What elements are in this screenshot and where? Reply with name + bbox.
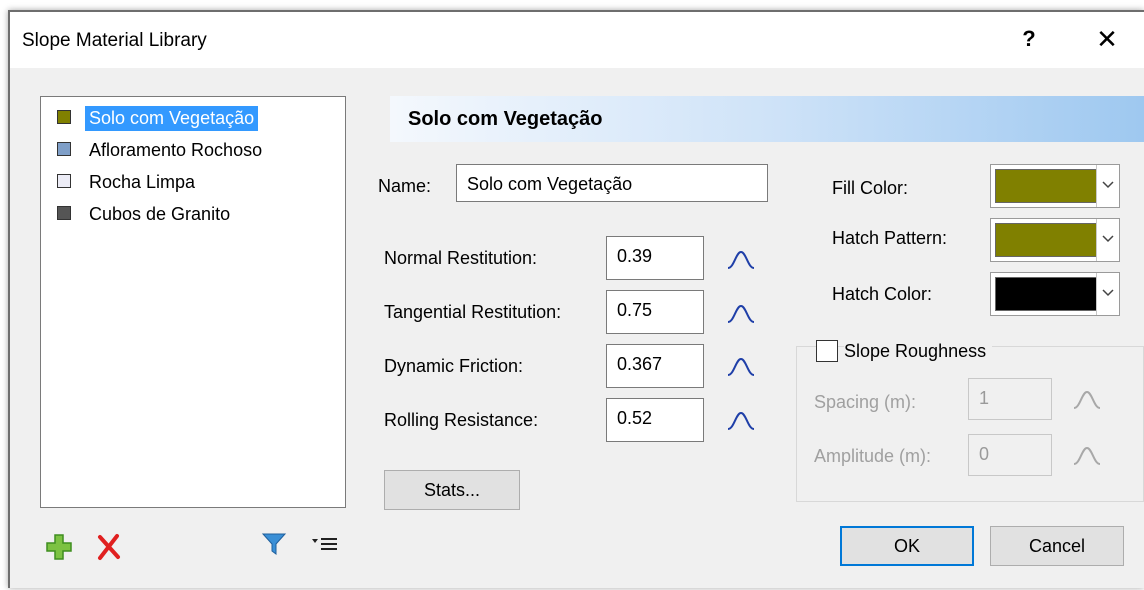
list-item[interactable]: Solo com Vegetação [53,101,343,131]
material-name: Afloramento Rochoso [89,140,263,160]
tangential-restitution-label: Tangential Restitution: [384,302,562,322]
tangential-restitution-field[interactable]: 0.75 [606,290,704,334]
material-color-swatch [57,110,71,124]
chevron-down-icon[interactable] [1096,219,1119,261]
hatch-pattern-picker[interactable] [990,218,1120,262]
spacing-label: Spacing (m): [814,392,917,412]
hatch-color-label: Hatch Color: [832,284,933,304]
spacing-field[interactable]: 1 [968,378,1052,420]
rolling-resistance-field[interactable]: 0.52 [606,398,704,442]
list-item[interactable]: Rocha Limpa [53,165,343,195]
distribution-icon[interactable] [726,302,756,324]
fill-color-picker[interactable] [990,164,1120,208]
plus-icon[interactable] [44,532,74,562]
material-library-dialog: Slope Material Library ? ✕ Solo com Vege… [8,10,1144,588]
distribution-icon[interactable] [726,409,756,431]
name-field[interactable]: Solo com Vegetação [456,164,768,202]
material-name: Cubos de Granito [89,204,231,224]
normal-restitution-field[interactable]: 0.39 [606,236,704,280]
distribution-icon [1073,390,1101,409]
fill-color-swatch [995,169,1097,203]
name-label: Name: [378,176,432,196]
chevron-down-icon[interactable] [1096,165,1119,207]
help-button[interactable]: ? [1014,26,1044,52]
material-name: Rocha Limpa [89,172,196,192]
dynamic-friction-label: Dynamic Friction: [384,356,524,376]
distribution-icon[interactable] [726,248,756,270]
x-icon[interactable] [94,532,124,562]
title-bar: Slope Material Library ? ✕ [10,12,1144,68]
hatch-color-picker[interactable] [990,272,1120,316]
dynamic-friction-field[interactable]: 0.367 [606,344,704,388]
amplitude-label: Amplitude (m): [814,446,932,466]
stats-button[interactable]: Stats... [384,470,520,510]
close-button[interactable]: ✕ [1090,24,1124,55]
chevron-down-icon[interactable] [1096,273,1119,315]
cancel-button[interactable]: Cancel [990,526,1124,566]
distribution-icon [1073,446,1101,465]
sort-menu-icon[interactable] [310,532,342,556]
list-item[interactable]: Cubos de Granito [53,197,343,227]
material-color-swatch [57,174,71,188]
material-color-swatch [57,142,71,156]
slope-roughness-checkbox[interactable] [816,340,838,362]
rolling-resistance-label: Rolling Resistance: [384,410,539,430]
slope-roughness-label: Slope Roughness [844,341,993,362]
material-header-title: Solo com Vegetação [408,108,603,130]
amplitude-field[interactable]: 0 [968,434,1052,476]
hatch-color-swatch [995,277,1097,311]
slope-roughness-group [796,346,1144,502]
hatch-pattern-swatch [995,223,1097,257]
material-name: Solo com Vegetação [85,106,259,131]
window-title: Slope Material Library [22,30,207,51]
hatch-pattern-label: Hatch Pattern: [832,228,948,248]
fill-color-label: Fill Color: [832,178,909,198]
filter-icon[interactable] [260,530,288,558]
list-item[interactable]: Afloramento Rochoso [53,133,343,163]
material-header: Solo com Vegetação [390,96,1144,142]
distribution-icon[interactable] [726,355,756,377]
ok-button[interactable]: OK [840,526,974,566]
material-list[interactable]: Solo com Vegetação Afloramento Rochoso R… [40,96,346,508]
material-color-swatch [57,206,71,220]
normal-restitution-label: Normal Restitution: [384,248,538,268]
